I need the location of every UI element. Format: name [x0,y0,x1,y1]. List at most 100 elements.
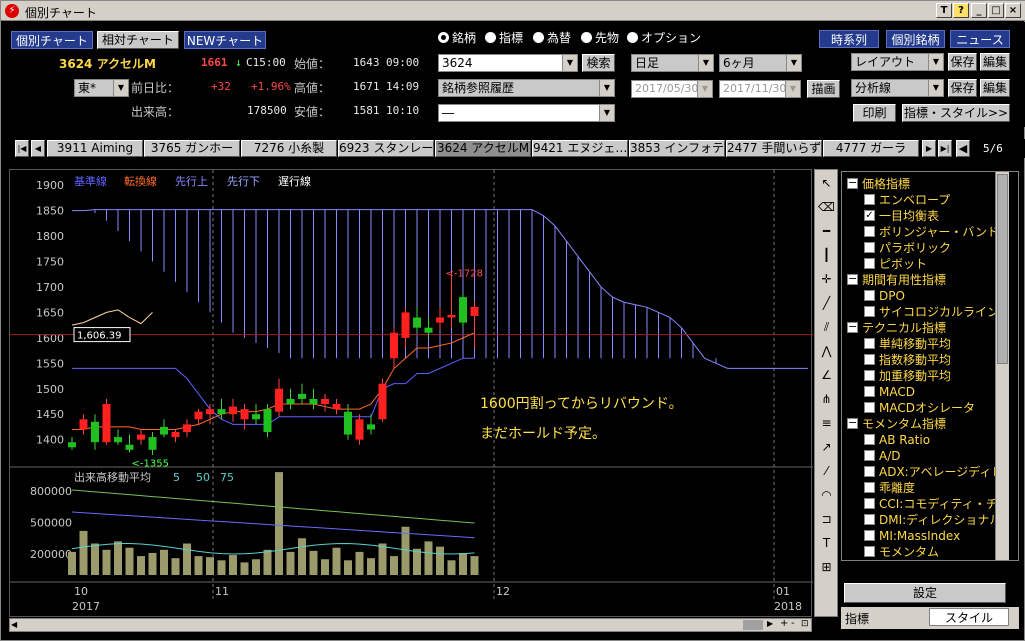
scroll-thumb[interactable] [743,620,763,630]
checkbox-icon[interactable] [864,498,875,509]
tree-item[interactable]: CCI:コモディティ・チャ [864,496,1010,512]
text-icon[interactable]: T [817,534,836,553]
radio-1[interactable]: 指標 [485,29,523,46]
print-button[interactable]: 印刷 [853,104,896,122]
analysis-edit-button[interactable]: 編集 [980,79,1010,97]
stock-tab[interactable]: 3624 アクセルM [435,140,531,157]
fan-icon[interactable]: ⋔ [817,390,836,409]
indicator-style-button[interactable]: 指標・スタイル>> [902,104,1010,122]
stock-tab[interactable]: 3853 インフォテリ [629,140,725,157]
tree-item[interactable]: モメンタム [864,544,939,560]
tree-group[interactable]: 価格指標 [847,175,910,192]
checkbox-icon[interactable] [864,514,875,525]
to-date[interactable]: 2017/11/30 ▼ [719,80,801,98]
collapse-icon[interactable] [847,415,858,431]
tree-item[interactable]: A/D [864,448,901,464]
search-button[interactable]: 検索 [582,54,615,72]
stock-tab[interactable]: 3765 ガンホー [144,140,240,157]
bracket-icon[interactable]: ⊐ [817,510,836,529]
vline-icon[interactable]: ┃ [817,246,836,265]
tree-group[interactable]: モメンタム指標 [847,415,946,432]
prev-tab-icon[interactable]: ◀ [31,140,45,157]
collapse-icon[interactable] [847,319,858,335]
regression-icon[interactable]: ⁄ [817,462,836,481]
history-select[interactable]: 銘柄参照履歴 ▼ [438,79,615,97]
checkbox-icon[interactable] [864,306,875,317]
news-button[interactable]: ニュース [950,30,1010,48]
tree-item[interactable]: AB Ratio [864,432,930,448]
tree-item[interactable]: ボリンジャー・バンド [864,224,999,240]
checkbox-icon[interactable] [864,546,875,557]
tree-item[interactable]: ADX:アベレージディレ [864,464,1003,480]
help-button[interactable]: ? [953,3,969,18]
tree-item[interactable]: 指数移動平均 [864,352,951,368]
tab-style[interactable]: スタイル [929,608,1009,626]
chart-horizontal-scrollbar[interactable]: ◀ ▶ + - ⊡ [9,618,812,632]
checkbox-icon[interactable] [864,466,875,477]
checkbox-icon[interactable] [864,290,875,301]
checkbox-icon[interactable] [864,258,875,269]
checkbox-icon[interactable] [864,530,875,541]
tree-group[interactable]: テクニカル指標 [847,319,946,336]
ray-icon[interactable]: ↗ [817,438,836,457]
stock-tab[interactable]: 2477 手間いらず [726,140,822,157]
collapse-icon[interactable] [847,175,858,191]
eraser-icon[interactable]: ⌫ [817,198,836,217]
range-select[interactable]: 6ヶ月 ▼ [719,54,802,72]
last-tab-icon[interactable]: ▶| [938,140,952,157]
tree-item[interactable]: パラボリック [864,240,951,256]
analysis-select[interactable]: 分析線 ▼ [851,79,944,97]
stock-tab[interactable]: 6923 スタンレー電 [338,140,434,157]
stock-tab[interactable]: 3911 Aiming [47,140,143,157]
radio-3[interactable]: 先物 [581,29,619,46]
scroll-thumb[interactable] [997,174,1008,364]
analysis-save-button[interactable]: 保存 [948,79,977,97]
checkbox-icon[interactable] [864,386,875,397]
tree-item[interactable]: サイコロジカルライン [864,304,999,320]
cursor-icon[interactable]: ↖ [817,174,836,193]
font-size-button[interactable]: T [936,3,952,18]
stock-tab[interactable]: 4777 ガーラ [823,140,919,157]
arc-icon[interactable]: ◠ [817,486,836,505]
checkbox-icon[interactable] [864,482,875,493]
cycle-icon[interactable]: ≡ [817,414,836,433]
from-date[interactable]: 2017/05/30 ▼ [631,80,713,98]
trendline-icon[interactable]: ╱ [817,294,836,313]
checkbox-icon[interactable] [864,208,875,224]
checkbox-icon[interactable] [864,402,875,413]
fit-icon[interactable]: ⊡ [801,619,811,631]
stock-tab[interactable]: 9421 エヌジェ… [532,140,628,157]
code-input[interactable]: 3624 ▼ [438,54,578,72]
tree-item[interactable]: 一目均衡表 [864,208,939,224]
cross-icon[interactable]: ✛ [817,270,836,289]
draw-button[interactable]: 描画 [807,80,840,98]
timeseries-button[interactable]: 時系列 [819,30,879,48]
market-select[interactable]: 東* ▼ [74,79,129,97]
radio-0[interactable]: 銘柄 [438,29,476,46]
tree-item[interactable]: エンベロープ [864,192,950,208]
scroll-left-icon[interactable]: ◀ [11,620,21,630]
zoom-in-icon[interactable]: + [780,619,790,631]
tab-relative-chart[interactable]: 相対チャート [97,31,179,49]
checkbox-icon[interactable] [864,226,875,237]
zoom-out-icon[interactable]: - [791,619,801,631]
tree-item[interactable]: MI:MassIndex [864,528,960,544]
tree-item[interactable]: 乖離度 [864,480,915,496]
extra-icon[interactable]: ⊞ [817,558,836,577]
layout-select[interactable]: レイアウト ▼ [851,53,944,71]
first-tab-icon[interactable]: |◀ [15,140,29,157]
scroll-right-icon[interactable]: ▶ [767,619,779,631]
checkbox-icon[interactable] [864,338,875,349]
blank-select[interactable]: ― ▼ [438,104,615,122]
close-button[interactable]: × [1005,3,1021,18]
tree-group[interactable]: 期間有用性指標 [847,271,946,288]
indicator-scrollbar[interactable] [995,172,1009,560]
tree-item[interactable]: MACD [864,384,915,400]
interval-select[interactable]: 日足 ▼ [631,54,714,72]
hline-icon[interactable]: ━ [817,222,836,241]
tree-item[interactable]: 加重移動平均 [864,368,951,384]
tab-new-chart[interactable]: NEWチャート [184,31,266,49]
checkbox-icon[interactable] [864,354,875,365]
tree-item[interactable]: ピボット [864,256,927,272]
checkbox-icon[interactable] [864,370,875,381]
